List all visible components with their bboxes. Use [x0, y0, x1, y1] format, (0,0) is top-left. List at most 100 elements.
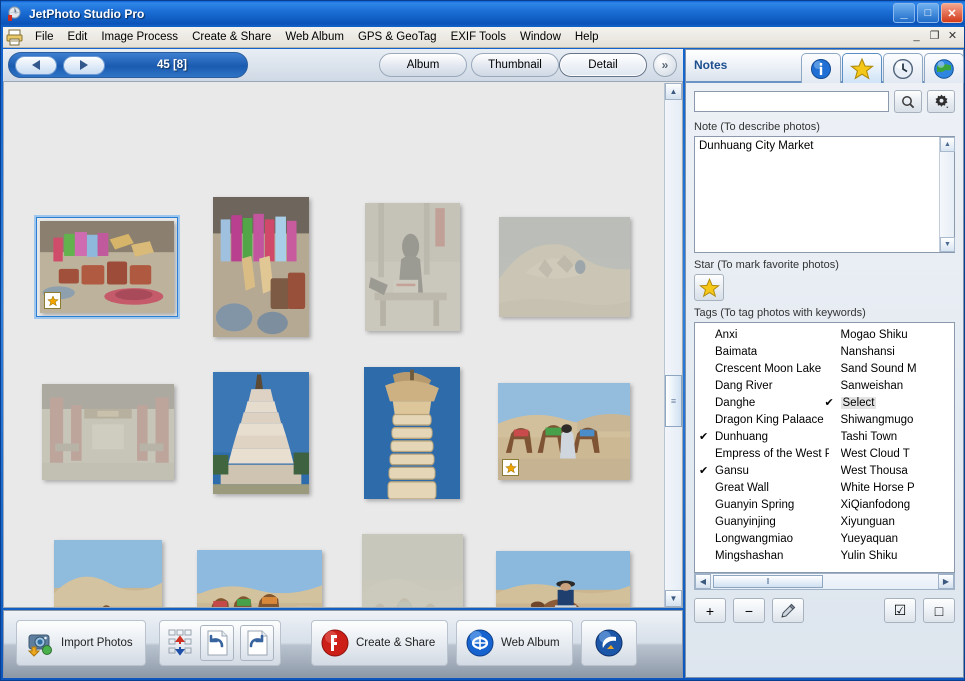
- photo-thumbnail-camel-caravan[interactable]: [197, 550, 322, 608]
- tag-item[interactable]: Sand Sound M: [825, 360, 955, 377]
- printer-icon[interactable]: [6, 29, 24, 46]
- tags-scroll-right-button[interactable]: ▶: [938, 574, 954, 589]
- menu-exif-tools[interactable]: EXIF Tools: [444, 29, 513, 45]
- photo-thumbnail-pagoda-tower-close[interactable]: [364, 367, 460, 499]
- maximize-button[interactable]: □: [917, 3, 939, 23]
- tag-item[interactable]: Guanyin Spring: [699, 496, 829, 513]
- photo-thumbnail-street-vendor[interactable]: [365, 203, 460, 331]
- undo-button[interactable]: [200, 625, 234, 661]
- tags-hscroll-thumb[interactable]: ‖: [713, 575, 823, 588]
- photo-thumbnail-camel-rider[interactable]: [496, 551, 630, 608]
- tag-item[interactable]: West Thousa: [825, 462, 955, 479]
- tag-item[interactable]: Empress of the West Palace: [699, 445, 829, 462]
- panel-tab-star[interactable]: [842, 53, 882, 83]
- note-scrollbar[interactable]: ▲ ▼: [939, 137, 954, 252]
- edit-tag-button[interactable]: [772, 598, 804, 623]
- minimize-button[interactable]: _: [893, 3, 915, 23]
- tag-item[interactable]: Sanweishan: [825, 377, 955, 394]
- photo-star-badge[interactable]: [44, 292, 61, 309]
- menu-file[interactable]: File: [28, 29, 61, 45]
- menu-image-process[interactable]: Image Process: [94, 29, 185, 45]
- create-share-button[interactable]: Create & Share: [311, 620, 448, 666]
- web-album-button[interactable]: Web Album: [456, 620, 573, 666]
- settings-button[interactable]: [927, 90, 955, 113]
- tag-item[interactable]: Baimata: [699, 343, 829, 360]
- document-close-button[interactable]: ✕: [945, 29, 960, 44]
- star-toggle-button[interactable]: [694, 274, 724, 301]
- photo-thumbnail-camels-dune-group[interactable]: [498, 383, 630, 480]
- document-minimize-button[interactable]: _: [909, 29, 924, 44]
- photo-thumbnail-temple-corridor[interactable]: [42, 384, 174, 480]
- tag-item[interactable]: Longwangmiao: [699, 530, 829, 547]
- publish-button[interactable]: [581, 620, 637, 666]
- tag-item[interactable]: Dragon King Palaace: [699, 411, 829, 428]
- tag-item[interactable]: Xiyunguan: [825, 513, 955, 530]
- note-textarea[interactable]: Dunhuang City Market ▲ ▼: [694, 136, 955, 253]
- check-all-button[interactable]: ☑: [884, 598, 916, 623]
- search-button[interactable]: [894, 90, 922, 113]
- note-scroll-down-button[interactable]: ▼: [940, 237, 955, 252]
- tag-item[interactable]: Crescent Moon Lake: [699, 360, 829, 377]
- browser-scrollbar[interactable]: ▲ ≡ ▼: [664, 83, 681, 607]
- panel-tab-history[interactable]: [883, 53, 923, 83]
- previous-button[interactable]: [15, 56, 57, 75]
- tag-label: Tashi Town: [841, 431, 898, 443]
- panel-tab-info[interactable]: [801, 53, 841, 83]
- tag-item[interactable]: Dang River: [699, 377, 829, 394]
- search-input[interactable]: [694, 91, 889, 112]
- photo-image: [42, 384, 174, 480]
- tags-list[interactable]: AnxiBaimataCrescent Moon LakeDang RiverD…: [694, 322, 955, 573]
- next-button[interactable]: [63, 56, 105, 75]
- sort-updown-icon[interactable]: [168, 628, 194, 658]
- close-button[interactable]: ✕: [941, 3, 963, 23]
- tag-item[interactable]: Mingshashan: [699, 547, 829, 564]
- menu-window[interactable]: Window: [513, 29, 568, 45]
- tag-item[interactable]: West Cloud T: [825, 445, 955, 462]
- tag-item[interactable]: Yueyaquan: [825, 530, 955, 547]
- tab-detail[interactable]: Detail: [559, 53, 647, 77]
- tag-item[interactable]: White Horse P: [825, 479, 955, 496]
- tab-album[interactable]: Album: [379, 53, 467, 77]
- tag-item[interactable]: Great Wall: [699, 479, 829, 496]
- photo-thumbnail-market-flowers-pots[interactable]: [213, 197, 309, 337]
- tag-item[interactable]: Tashi Town: [825, 428, 955, 445]
- menu-gps-geotag[interactable]: GPS & GeoTag: [351, 29, 444, 45]
- import-photos-button[interactable]: Import Photos: [16, 620, 146, 666]
- remove-tag-button[interactable]: −: [733, 598, 765, 623]
- photo-thumbnail-camels-hazy[interactable]: [362, 534, 463, 608]
- tag-item[interactable]: Yulin Shiku: [825, 547, 955, 564]
- menu-create-share[interactable]: Create & Share: [185, 29, 278, 45]
- add-tag-button[interactable]: +: [694, 598, 726, 623]
- tag-item[interactable]: ✔Select: [825, 394, 955, 411]
- photo-thumbnail-market-brooms-pots[interactable]: [40, 221, 174, 313]
- scrollbar-thumb[interactable]: ≡: [665, 375, 682, 427]
- photo-thumbnail-desert-ruins[interactable]: [499, 217, 630, 317]
- photo-star-badge[interactable]: [502, 459, 519, 476]
- scroll-up-button[interactable]: ▲: [665, 83, 682, 100]
- tag-item[interactable]: ✔Dunhuang: [699, 428, 829, 445]
- tags-scroll-left-button[interactable]: ◀: [695, 574, 711, 589]
- menu-edit[interactable]: Edit: [61, 29, 95, 45]
- document-restore-button[interactable]: ❐: [927, 29, 942, 44]
- tag-item[interactable]: Guanyinjing: [699, 513, 829, 530]
- tag-item[interactable]: Danghe: [699, 394, 829, 411]
- note-scroll-up-button[interactable]: ▲: [940, 137, 955, 152]
- tag-item[interactable]: ✔Gansu: [699, 462, 829, 479]
- tag-item[interactable]: Nanshansi: [825, 343, 955, 360]
- expand-toolbar-button[interactable]: »: [653, 53, 677, 77]
- menu-help[interactable]: Help: [568, 29, 606, 45]
- tag-item[interactable]: Anxi: [699, 326, 829, 343]
- photo-thumbnail-white-pagoda[interactable]: [213, 372, 309, 494]
- scroll-down-button[interactable]: ▼: [665, 590, 682, 607]
- panel-tab-map[interactable]: [924, 53, 964, 83]
- photo-thumbnail-camel-resting[interactable]: [54, 540, 162, 608]
- tag-item[interactable]: Shiwangmugo: [825, 411, 955, 428]
- uncheck-all-button[interactable]: □: [923, 598, 955, 623]
- tag-item[interactable]: XiQianfodong: [825, 496, 955, 513]
- tags-horizontal-scrollbar[interactable]: ◀ ‖ ▶: [694, 573, 955, 590]
- tag-item[interactable]: Mogao Shiku: [825, 326, 955, 343]
- tag-label: Longwangmiao: [715, 533, 793, 545]
- menu-web-album[interactable]: Web Album: [278, 29, 351, 45]
- tab-thumbnail[interactable]: Thumbnail: [471, 53, 559, 77]
- redo-button[interactable]: [240, 625, 274, 661]
